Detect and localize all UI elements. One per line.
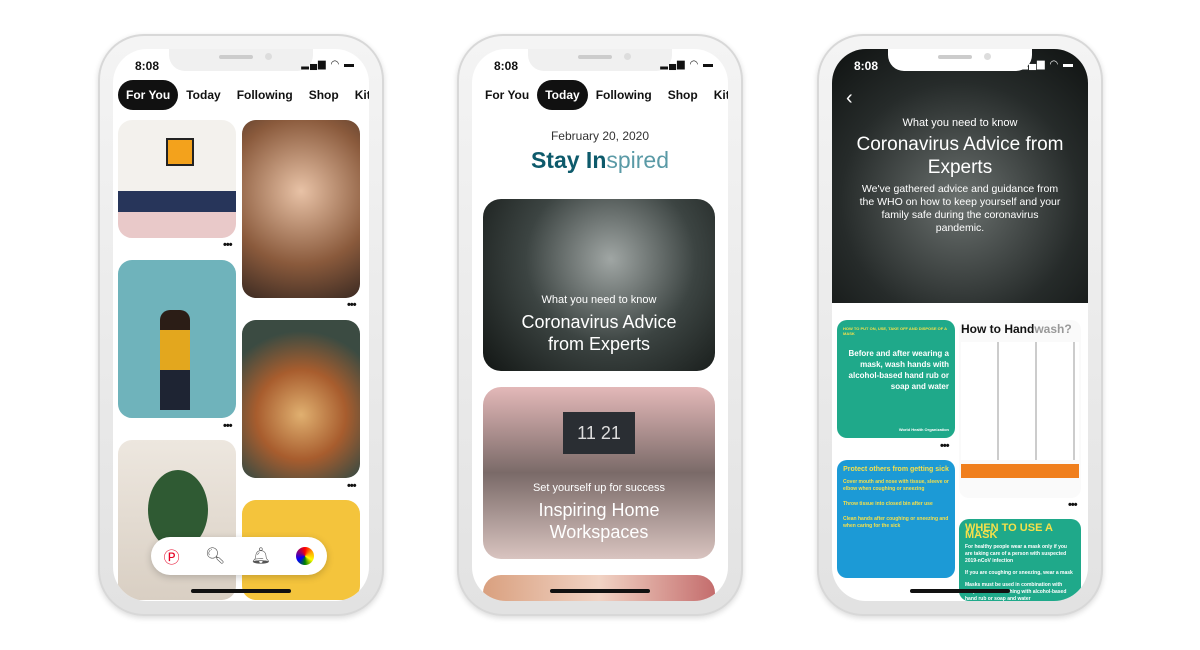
search-icon[interactable]: 🔍︎ (205, 546, 225, 566)
phone-home-feed: 8:08 ▂▄▆ ◠ ▬ For You Today Following Sho… (98, 34, 384, 616)
phone-article: 8:08 ▂▄▆ ◠ ▬ ‹ What you need to know Cor… (817, 34, 1103, 616)
title-bold: Stay In (530, 147, 607, 173)
who-logo: World Health Organization (898, 427, 949, 432)
home-indicator (910, 589, 1010, 593)
tab-for-you[interactable]: For You (118, 80, 179, 110)
bell-icon[interactable]: 🔔︎ (251, 546, 271, 566)
pin-living-room[interactable] (118, 120, 236, 238)
tab-following[interactable]: Following (229, 80, 301, 110)
pin-item: If you are coughing or sneezing, wear a … (965, 570, 1073, 576)
card-title: Coronavirus Advice from Experts (521, 312, 677, 354)
handwash-steps (961, 342, 1079, 460)
pin-yellow-jacket[interactable] (118, 260, 236, 418)
phone-today: 8:08 ▂▄▆ ◠ ▬ For You Today Following Sho… (457, 34, 743, 616)
status-time: 8:08 (135, 59, 160, 73)
tab-shop[interactable]: Shop (301, 80, 347, 110)
pin-item: Cover mouth and nose with tissue, sleeve… (843, 479, 949, 492)
more-icon[interactable]: ••• (223, 239, 233, 251)
pin-title: WHEN TO USE A MASK (965, 522, 1053, 541)
pin-header: HOW TO PUT ON, USE, TAKE OFF AND DISPOSE… (843, 326, 947, 336)
notch (888, 49, 1032, 71)
back-icon[interactable]: ‹ (846, 87, 853, 110)
status-icons: ▂▄▆ ◠ ▬ (660, 59, 714, 70)
tab-following[interactable]: Following (588, 80, 660, 110)
status-icons: ▂▄▆ ◠ ▬ (1020, 59, 1074, 70)
title-light: wash? (1034, 322, 1072, 336)
avatar[interactable] (296, 547, 315, 565)
tab-kitchen[interactable]: Kitch (706, 80, 728, 110)
date: February 20, 2020 (550, 129, 650, 143)
pin-how-to-handwash[interactable]: How to Handwash? (959, 320, 1081, 498)
pin-plant[interactable] (118, 440, 236, 600)
tab-kitchen[interactable]: Kitch (347, 80, 369, 110)
pin-title: Protect others from getting sick (843, 466, 949, 473)
pin-protect-others[interactable]: Protect others from getting sick Cover m… (837, 460, 955, 578)
more-icon[interactable]: ••• (347, 480, 357, 492)
card-coronavirus[interactable]: What you need to know Coronavirus Advice… (483, 199, 715, 371)
card-home-workspaces[interactable]: 11 21 Set yourself up for success Inspir… (483, 387, 715, 559)
tab-bar: For You Today Following Shop Kitch (118, 80, 369, 110)
more-icon[interactable]: ••• (940, 440, 950, 452)
status-time: 8:08 (494, 59, 519, 73)
pin-item: For healthy people wear a mask only if y… (965, 544, 1067, 564)
more-icon[interactable]: ••• (1068, 499, 1078, 511)
bottom-nav: Ⓟ 🔍︎ 🔔︎ (151, 537, 327, 575)
notch (169, 49, 313, 71)
home-indicator (191, 589, 291, 593)
handwash-title: How to Handwash? (961, 322, 1079, 336)
tab-today[interactable]: Today (537, 80, 588, 110)
title-bold: How to Hand (961, 322, 1035, 336)
card-next[interactable] (483, 575, 715, 601)
card-title: Inspiring Home Workspaces (538, 500, 660, 542)
hero-title: Coronavirus Advice from Experts (856, 134, 1064, 178)
status-time: 8:08 (854, 59, 879, 73)
pin-text: Before and after wearing a mask, wash ha… (848, 349, 949, 391)
pin-item: Throw tissue into closed bin after use (843, 501, 933, 507)
tab-bar: For You Today Following Shop Kitch (477, 80, 728, 110)
screen: 8:08 ▂▄▆ ◠ ▬ ‹ What you need to know Cor… (832, 49, 1088, 601)
pinterest-logo-icon[interactable]: Ⓟ (164, 544, 180, 568)
hero-subtitle: What you need to know (902, 117, 1018, 129)
who-banner (961, 464, 1079, 478)
notch (528, 49, 672, 71)
pin-mask-handwash[interactable]: HOW TO PUT ON, USE, TAKE OFF AND DISPOSE… (837, 320, 955, 438)
card-subtitle: Set yourself up for success (532, 482, 666, 494)
pin-portrait[interactable] (242, 120, 360, 298)
clock-display: 11 21 (563, 412, 635, 454)
status-icons: ▂▄▆ ◠ ▬ (301, 59, 355, 70)
page-title: Stay Inspired (472, 147, 728, 174)
tab-today[interactable]: Today (178, 80, 228, 110)
tab-shop[interactable]: Shop (660, 80, 706, 110)
tab-for-you[interactable]: For You (477, 80, 537, 110)
title-light: spired (606, 147, 670, 173)
hero-description: We've gathered advice and guidance from … (859, 183, 1061, 234)
screen: 8:08 ▂▄▆ ◠ ▬ For You Today Following Sho… (472, 49, 728, 601)
pin-tacos[interactable] (242, 320, 360, 478)
screen: 8:08 ▂▄▆ ◠ ▬ For You Today Following Sho… (113, 49, 369, 601)
more-icon[interactable]: ••• (347, 299, 357, 311)
more-icon[interactable]: ••• (223, 420, 233, 432)
pin-item: Clean hands after coughing or sneezing a… (843, 516, 949, 529)
card-subtitle: What you need to know (541, 294, 657, 306)
home-indicator (550, 589, 650, 593)
